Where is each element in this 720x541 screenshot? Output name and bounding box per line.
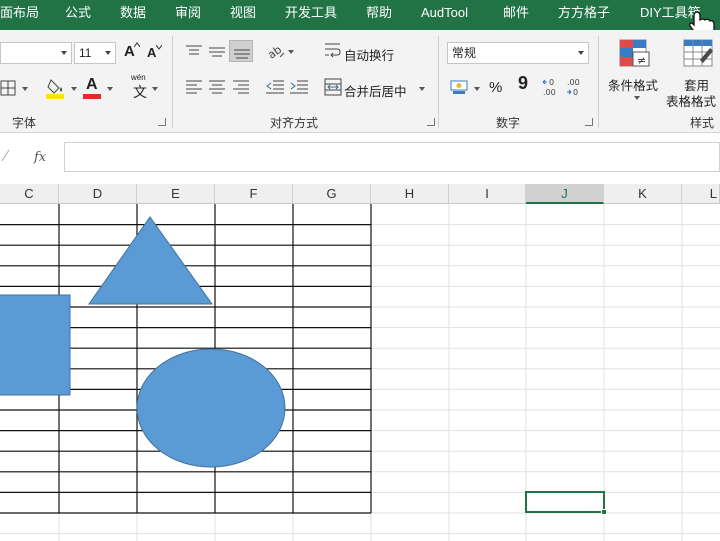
- ellipse-shape[interactable]: [136, 348, 286, 468]
- align-center-icon[interactable]: [208, 79, 226, 95]
- align-bottom-button[interactable]: [229, 40, 253, 62]
- tab-mail[interactable]: 邮件: [503, 0, 529, 30]
- merge-center-icon[interactable]: [324, 78, 342, 96]
- number-format-select[interactable]: 常规: [447, 42, 589, 64]
- phonetic-label: wén: [131, 73, 146, 82]
- number-dialog-launcher-icon[interactable]: [585, 118, 593, 126]
- group-label-number: 数字: [496, 116, 521, 130]
- wrap-text-button[interactable]: 自动换行: [344, 45, 394, 64]
- borders-icon[interactable]: [0, 80, 16, 96]
- font-name-select[interactable]: [0, 42, 72, 64]
- tab-audtool[interactable]: AudTool: [421, 0, 468, 30]
- group-label-alignment: 对齐方式: [270, 116, 319, 130]
- font-color-button[interactable]: A: [86, 76, 98, 94]
- group-label-font: 字体: [12, 116, 37, 130]
- column-header-j[interactable]: J: [526, 184, 604, 204]
- group-label-styles: 样式: [690, 116, 715, 130]
- name-box-divider-icon: [1, 149, 10, 162]
- align-top-icon[interactable]: [185, 43, 203, 59]
- accounting-format-icon[interactable]: [450, 78, 470, 96]
- format-as-table-icon[interactable]: [682, 38, 714, 70]
- column-header-h[interactable]: H: [371, 184, 449, 204]
- tab-page-layout[interactable]: 面布局: [0, 0, 39, 30]
- column-header-i[interactable]: I: [449, 184, 526, 204]
- increase-decimal-icon[interactable]: 0.00: [542, 76, 566, 98]
- rectangle-shape[interactable]: [0, 294, 71, 396]
- merge-center-button[interactable]: 合并后居中: [344, 81, 407, 100]
- tab-data[interactable]: 数据: [120, 0, 146, 30]
- align-middle-icon[interactable]: [208, 43, 226, 59]
- fill-color-icon[interactable]: [46, 76, 68, 100]
- svg-text:0: 0: [573, 88, 578, 97]
- orientation-icon[interactable]: ab: [266, 41, 286, 61]
- align-bottom-icon: [234, 49, 250, 59]
- fill-handle[interactable]: [601, 509, 607, 515]
- triangle-shape[interactable]: [88, 216, 213, 305]
- increase-indent-icon[interactable]: [289, 79, 309, 95]
- align-right-icon[interactable]: [232, 79, 250, 95]
- column-header-d[interactable]: D: [59, 184, 137, 204]
- svg-text:.00: .00: [543, 88, 556, 97]
- grow-arrow-icon: [134, 42, 140, 48]
- conditional-formatting-button[interactable]: 条件格式: [608, 75, 658, 94]
- column-header-f[interactable]: F: [215, 184, 293, 204]
- ribbon-tab-bar: 面布局 公式 数据 审阅 视图 开发工具 帮助 AudTool 邮件 方方格子 …: [0, 0, 720, 34]
- comma-style-button[interactable]: 9: [518, 73, 528, 94]
- column-header-e[interactable]: E: [137, 184, 215, 204]
- alignment-dialog-launcher-icon[interactable]: [427, 118, 435, 126]
- shrink-font-button[interactable]: A: [147, 45, 156, 60]
- svg-text:0: 0: [549, 78, 554, 87]
- formula-input[interactable]: [64, 142, 720, 172]
- tab-view[interactable]: 视图: [230, 0, 256, 30]
- insert-function-button[interactable]: fx: [34, 150, 46, 165]
- phonetic-guide-button[interactable]: 文: [133, 82, 147, 102]
- font-color-swatch: [83, 94, 101, 99]
- ribbon-panel: 11 A A A wén 文 字体 ab 自动换行 合并后居中 对齐方式 常规 …: [0, 30, 720, 133]
- percent-style-button[interactable]: %: [489, 79, 502, 96]
- wrap-text-icon[interactable]: [324, 41, 342, 59]
- tab-fangfang[interactable]: 方方格子: [558, 0, 610, 30]
- format-as-table-line2[interactable]: 表格格式: [666, 91, 716, 110]
- tab-formulas[interactable]: 公式: [65, 0, 91, 30]
- column-header-g[interactable]: G: [293, 184, 371, 204]
- tab-help[interactable]: 帮助: [366, 0, 392, 30]
- column-header-l[interactable]: L: [682, 184, 720, 204]
- column-header-c[interactable]: C: [0, 184, 59, 204]
- svg-text:ab: ab: [266, 43, 284, 61]
- decrease-decimal-icon[interactable]: .000: [566, 76, 590, 98]
- font-size-value: 11: [79, 46, 92, 60]
- conditional-formatting-icon[interactable]: ≠: [618, 38, 650, 70]
- tab-developer[interactable]: 开发工具: [285, 0, 337, 30]
- shrink-arrow-icon: [156, 44, 162, 50]
- font-dialog-launcher-icon[interactable]: [158, 118, 166, 126]
- worksheet-grid[interactable]: [0, 204, 720, 541]
- tab-review[interactable]: 审阅: [175, 0, 201, 30]
- number-format-value: 常规: [452, 46, 477, 60]
- align-left-icon[interactable]: [185, 79, 203, 95]
- selected-cell[interactable]: [525, 491, 605, 513]
- column-header-k[interactable]: K: [604, 184, 682, 204]
- font-size-select[interactable]: 11: [74, 42, 116, 64]
- decrease-indent-icon[interactable]: [265, 79, 285, 95]
- svg-text:≠: ≠: [637, 54, 646, 67]
- svg-text:.00: .00: [567, 78, 580, 87]
